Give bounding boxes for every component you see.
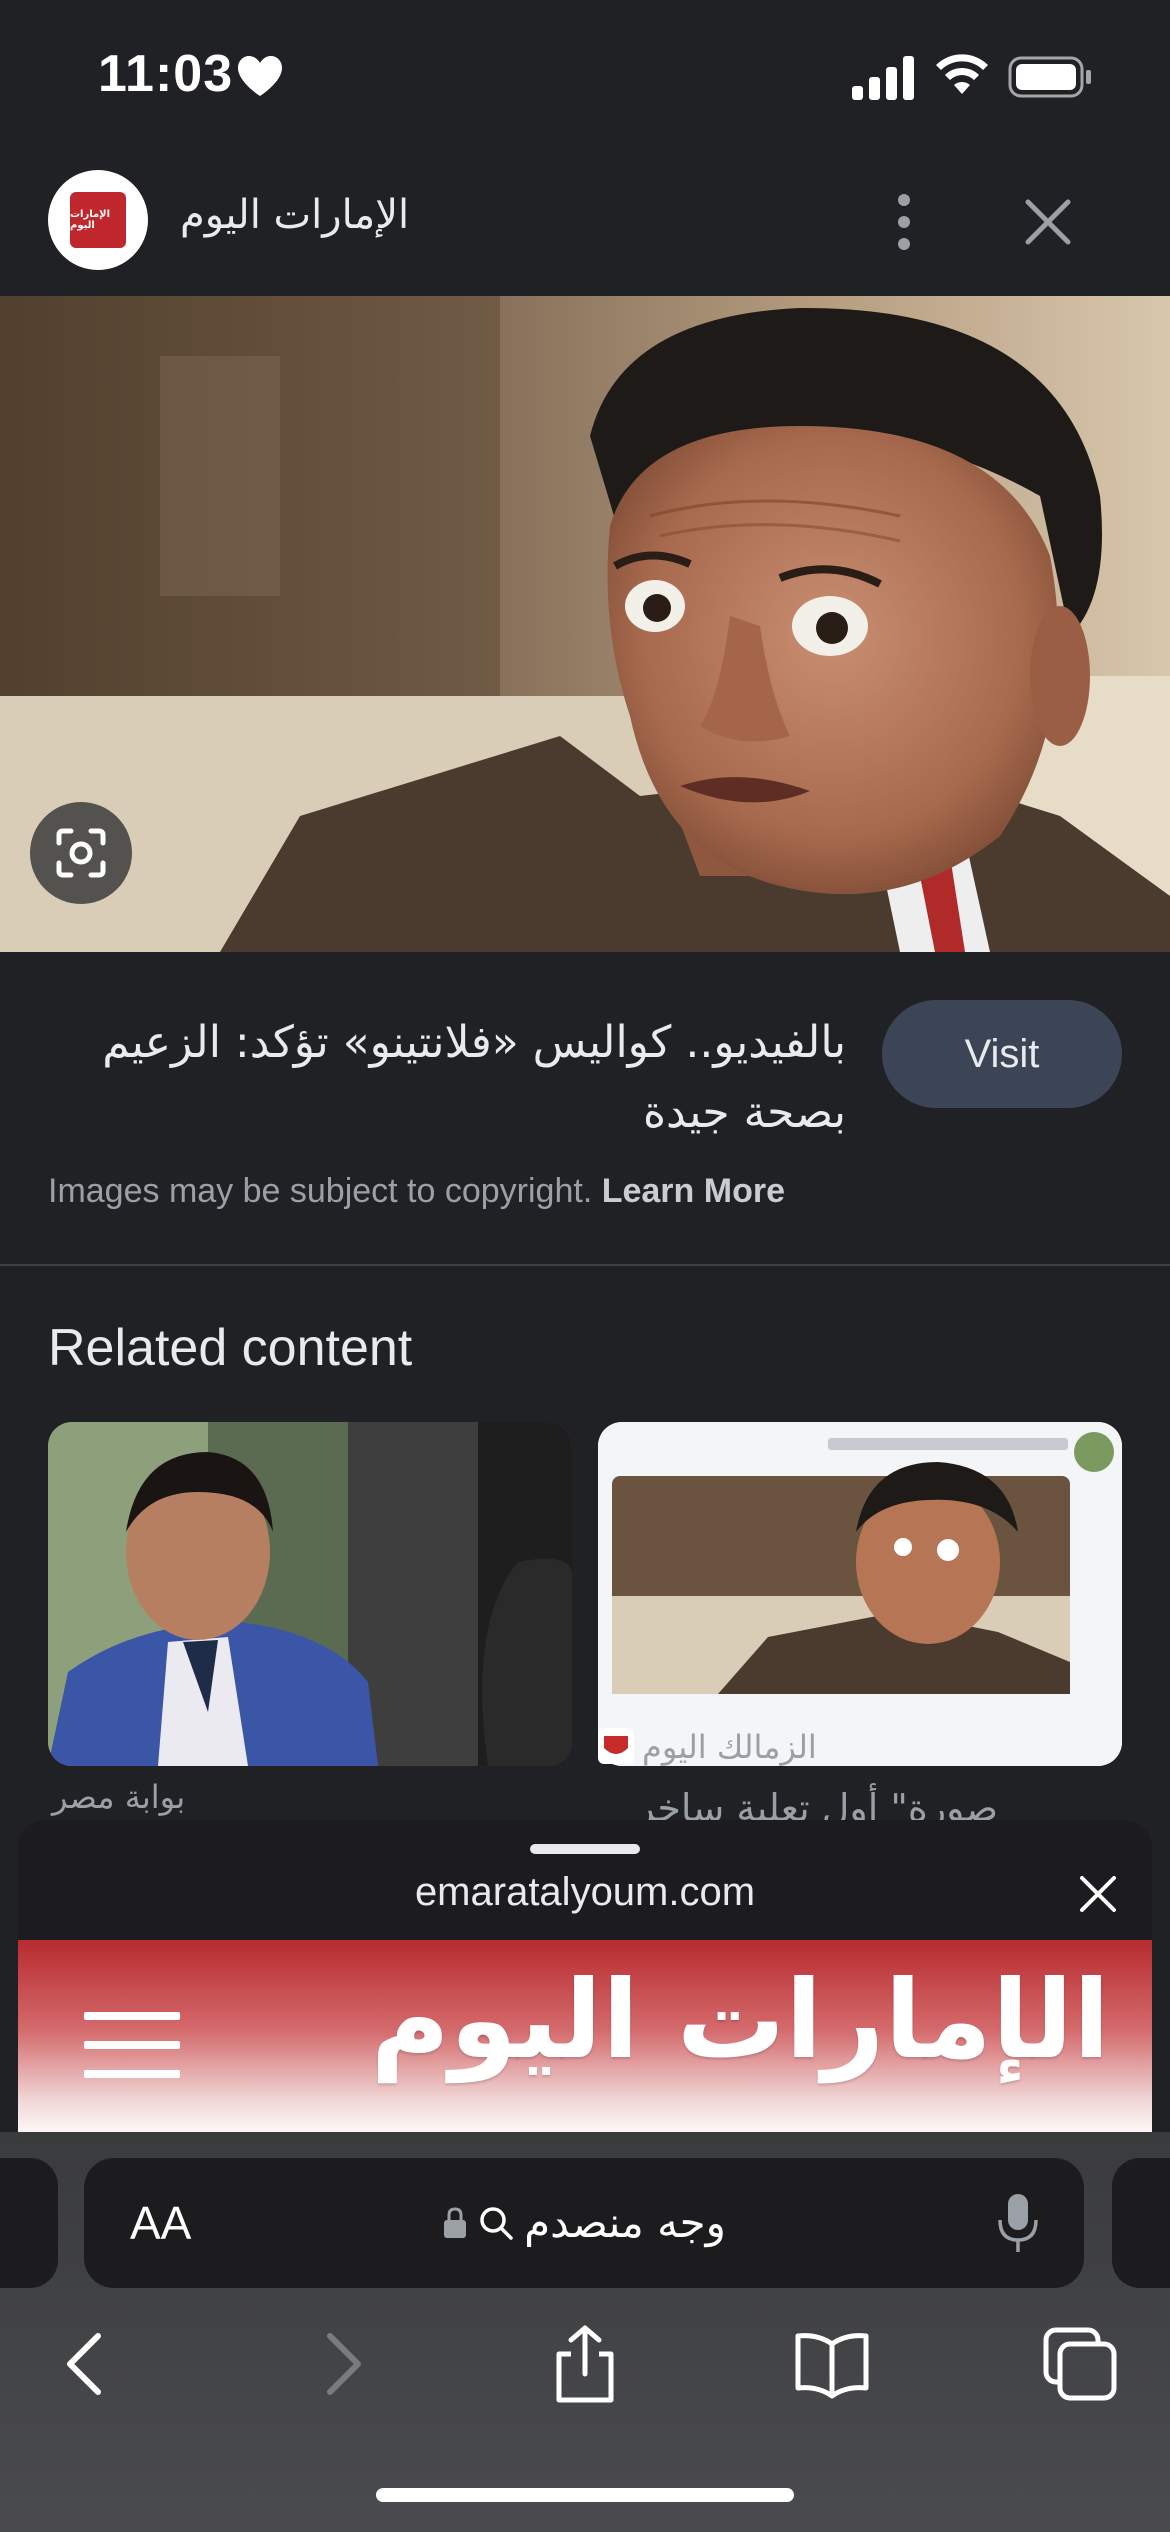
zamalek-logo-icon <box>598 1728 634 1764</box>
cellular-signal-icon <box>852 56 914 100</box>
site-logo[interactable]: الإمارات اليوم <box>371 1958 1112 2083</box>
more-options-icon[interactable] <box>876 186 932 258</box>
source-logo-mark: الإمارات اليوم <box>70 192 126 248</box>
wifi-icon <box>936 54 988 94</box>
close-icon[interactable] <box>1016 190 1080 254</box>
lens-result-header: الإمارات اليوم الإمارات اليوم <box>0 150 1170 296</box>
site-header-banner: الإمارات اليوم <box>18 1940 1152 2140</box>
forward-icon[interactable] <box>300 2324 380 2404</box>
related-source-2: الزمالك اليوم <box>642 1728 817 1766</box>
battery-icon <box>1008 56 1091 98</box>
section-divider <box>0 1264 1170 1266</box>
status-time: 11:03 <box>98 45 234 103</box>
back-icon[interactable] <box>48 2324 128 2404</box>
heart-icon <box>238 56 282 96</box>
source-logo[interactable]: الإمارات اليوم <box>48 170 148 270</box>
address-content: وجه منصدم <box>84 2198 1084 2247</box>
related-card-1[interactable] <box>48 1422 572 1766</box>
search-icon <box>480 2206 513 2240</box>
copyright-notice: Images may be subject to copyright. Lear… <box>48 1172 785 1211</box>
browser-nav-row <box>0 2324 1170 2434</box>
source-name[interactable]: الإمارات اليوم <box>180 192 409 238</box>
next-tab-preview[interactable] <box>1112 2158 1170 2288</box>
bookmarks-icon[interactable] <box>792 2324 872 2404</box>
tabs-icon[interactable] <box>1040 2324 1120 2404</box>
related-content-heading: Related content <box>48 1319 413 1377</box>
address-bar[interactable]: AA وجه منصدم <box>84 2158 1084 2288</box>
related-thumbnail-1 <box>48 1422 572 1766</box>
visit-button[interactable]: Visit <box>882 1000 1122 1108</box>
lens-icon <box>56 828 106 878</box>
related-thumbnail-2 <box>598 1422 1122 1766</box>
sheet-domain: emaratalyoum.com <box>414 1870 756 1914</box>
website-preview-sheet[interactable]: emaratalyoum.com الإمارات اليوم <box>18 1820 1152 2140</box>
address-text: وجه منصدم <box>524 2198 726 2247</box>
result-title[interactable]: بالفيديو.. كواليس «فلانتينو» تؤكد: الزعي… <box>46 1008 846 1148</box>
menu-icon[interactable] <box>84 2012 180 2078</box>
related-card-2[interactable] <box>598 1422 1122 1766</box>
lock-icon <box>444 2206 467 2238</box>
home-indicator <box>376 2488 794 2502</box>
status-bar: 11:03 <box>0 0 1170 150</box>
result-image[interactable] <box>0 296 1170 952</box>
browser-toolbar: AA وجه منصدم <box>0 2132 1170 2532</box>
learn-more-link[interactable]: Learn More <box>602 1172 785 1210</box>
portrait-photo <box>0 296 1170 952</box>
previous-tab-preview[interactable] <box>0 2158 58 2288</box>
copyright-text: Images may be subject to copyright. <box>48 1172 593 1210</box>
microphone-icon[interactable] <box>996 2192 1040 2256</box>
share-icon[interactable] <box>545 2324 625 2404</box>
close-sheet-icon[interactable] <box>1076 1872 1120 1916</box>
lens-search-button[interactable] <box>30 802 132 904</box>
sheet-drag-handle[interactable] <box>530 1844 640 1854</box>
